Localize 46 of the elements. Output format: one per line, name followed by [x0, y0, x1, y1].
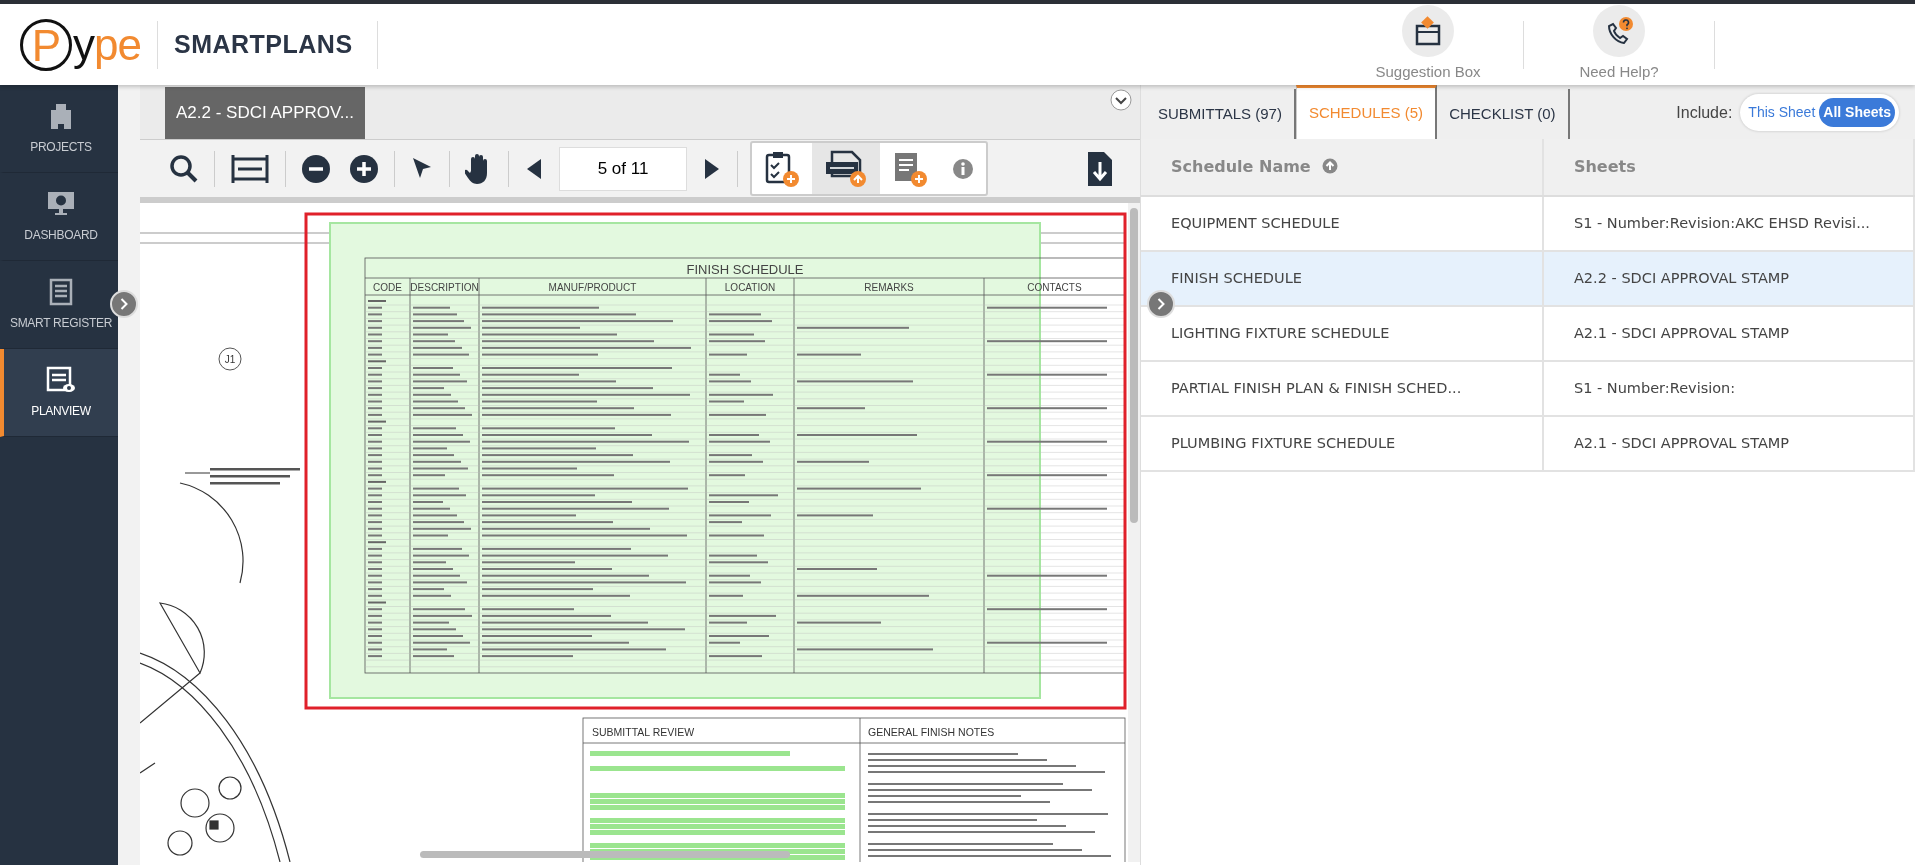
- table-cell[interactable]: A2.1 - SDCI APPROVAL STAMP: [1542, 306, 1914, 361]
- column-heading: REMARKS: [864, 282, 914, 293]
- include-label: Include:: [1676, 102, 1733, 123]
- toggle-option[interactable]: This Sheet: [1744, 98, 1820, 127]
- sort-up-icon[interactable]: [1322, 158, 1339, 174]
- table-cell[interactable]: PARTIAL FINISH PLAN & FINISH SCHED...: [1141, 361, 1543, 416]
- vertical-scrollbar[interactable]: [1128, 203, 1140, 862]
- list-document-icon: [49, 277, 73, 306]
- chevron-right-icon: [1157, 298, 1165, 310]
- plus-icon: [349, 153, 379, 184]
- table-cell[interactable]: S1 - Number:Revision:: [1542, 361, 1914, 416]
- building-icon: [48, 101, 74, 130]
- horizontal-scrollbar[interactable]: [420, 851, 790, 858]
- notes-heading: GENERAL FINISH NOTES: [868, 726, 995, 738]
- monitor-chart-icon: [46, 189, 76, 218]
- table-cell[interactable]: A2.2 - SDCI APPROVAL STAMP: [1542, 251, 1914, 306]
- column-heading: CODE: [373, 282, 402, 293]
- table-cell[interactable]: A2.1 - SDCI APPROVAL STAMP: [1542, 416, 1914, 471]
- sidebar-item[interactable]: PLANVIEW: [0, 349, 118, 437]
- app-title: SMARTPLANS: [173, 28, 353, 60]
- page-field[interactable]: 5 of 11: [559, 146, 687, 191]
- table-cell[interactable]: PLUMBING FIXTURE SCHEDULE: [1141, 416, 1543, 471]
- fit-width-icon: [230, 152, 270, 185]
- help-button[interactable]: Need Help?: [1524, 5, 1714, 84]
- table-cell[interactable]: FINISH SCHEDULE: [1141, 251, 1543, 306]
- minus-icon: [301, 153, 331, 184]
- column-heading: CONTACTS: [1027, 282, 1082, 293]
- plan-eye-icon: [46, 365, 76, 394]
- clipboard-plus-icon: [764, 149, 800, 188]
- column-heading: MANUF/PRODUCT: [548, 282, 637, 293]
- file-download-icon: [1085, 149, 1115, 188]
- chevron-right-icon: [120, 298, 128, 310]
- info-icon: [952, 157, 974, 180]
- notes-heading: SUBMITTAL REVIEW: [592, 726, 695, 738]
- search-icon: [169, 153, 199, 184]
- spreadsheet-upload-icon: [824, 149, 868, 188]
- ballot-box-icon: [1414, 16, 1442, 47]
- spreadsheet-export-button[interactable]: [812, 143, 880, 194]
- suggestion-box-button[interactable]: Suggestion Box: [1333, 5, 1523, 84]
- collapse-icon[interactable]: [1110, 89, 1132, 111]
- column-heading: DESCRIPTION: [410, 282, 479, 293]
- grid-marker: J1: [218, 347, 242, 371]
- column-heading: LOCATION: [724, 282, 776, 293]
- schedule-title: FINISH SCHEDULE: [686, 262, 804, 277]
- sheet-tab[interactable]: A2.2 - SDCI APPROV...: [165, 87, 365, 139]
- toggle-option[interactable]: All Sheets: [1819, 98, 1895, 127]
